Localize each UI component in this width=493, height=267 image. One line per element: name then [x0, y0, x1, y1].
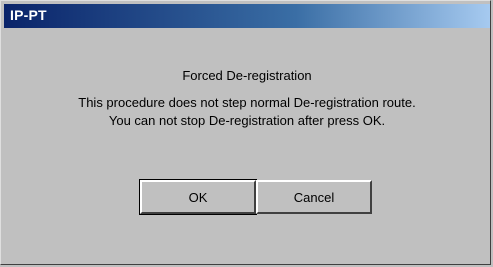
dialog-message-line-2: You can not stop De-registration after p… [108, 113, 386, 128]
dialog-body: Forced De-registration This procedure do… [4, 28, 490, 263]
ok-button[interactable]: OK [139, 179, 257, 215]
window-title: IP-PT [10, 7, 47, 23]
dialog-window: IP-PT Forced De-registration This proced… [0, 0, 491, 265]
dialog-message-line-1: This procedure does not step normal De-r… [78, 95, 416, 110]
cancel-button[interactable]: Cancel [256, 180, 372, 214]
title-bar[interactable]: IP-PT [4, 4, 490, 28]
dialog-heading: Forced De-registration [182, 68, 312, 83]
